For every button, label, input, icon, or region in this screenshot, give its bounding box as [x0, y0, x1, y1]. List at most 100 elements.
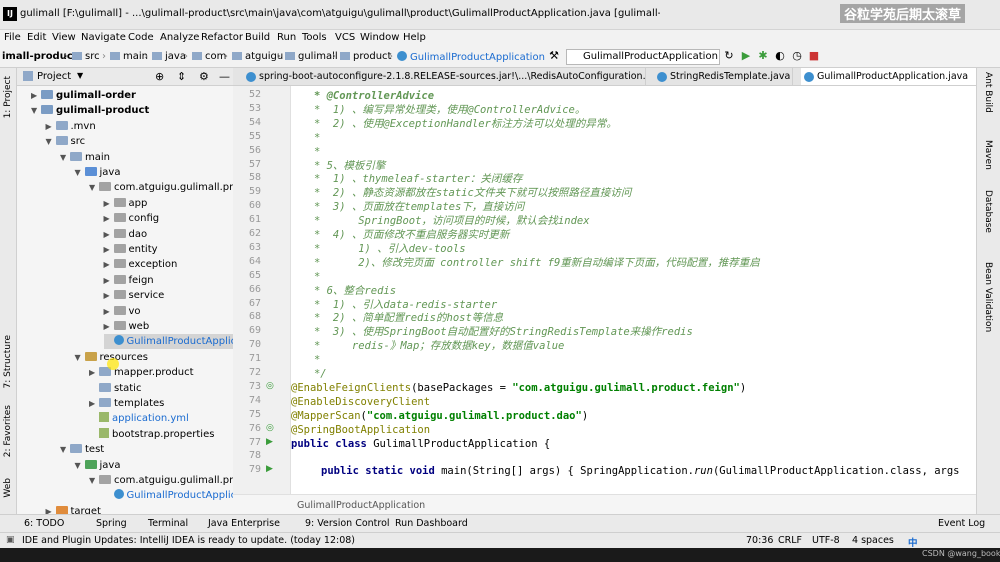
right-tab[interactable]: Bean Validation — [983, 262, 993, 332]
tree-arrow-icon[interactable]: ▼ — [60, 150, 70, 165]
code-line[interactable]: * — [295, 270, 320, 284]
code-line[interactable]: * 3) 、页面放在templates下，直接访问 — [295, 200, 524, 214]
tree-node[interactable]: ▶ dao — [104, 227, 147, 242]
bean-icon[interactable]: ◎ — [266, 423, 274, 433]
code-line[interactable]: * redis-》Map；存放数据key，数据值value — [295, 339, 564, 353]
menu-analyze[interactable]: Analyze — [160, 32, 199, 43]
tree-arrow-icon[interactable]: ▶ — [104, 242, 114, 257]
tree-arrow-icon[interactable]: ▶ — [104, 304, 114, 319]
code-line[interactable]: @EnableFeignClients(basePackages = "com.… — [291, 381, 746, 395]
tree-arrow-icon[interactable]: ▶ — [104, 288, 114, 303]
build-hammer-icon[interactable]: ⚒ — [548, 50, 560, 62]
code-line[interactable]: * 1) 、编写异常处理类，使用@ControllerAdvice。 — [295, 103, 585, 117]
menu-build[interactable]: Build — [245, 32, 270, 43]
tool-window-tab[interactable]: Event Log — [938, 518, 985, 529]
tree-arrow-icon[interactable]: ▼ — [75, 350, 85, 365]
tree-node[interactable]: static — [89, 381, 141, 396]
code-line[interactable]: * 3) 、使用SpringBoot自动配置好的StringRedisTempl… — [295, 325, 693, 339]
tree-node[interactable]: ▼ test — [60, 442, 104, 457]
menu-vcs[interactable]: VCS — [335, 32, 355, 43]
code-line[interactable]: * 4) 、页面修改不重启服务器实时更新 — [295, 228, 509, 242]
tree-node[interactable]: ▶ service — [104, 288, 164, 303]
coverage-icon[interactable]: ◐ — [774, 50, 786, 62]
tree-node[interactable]: ▶ entity — [104, 242, 158, 257]
tree-arrow-icon[interactable]: ▶ — [104, 227, 114, 242]
nav-crumb[interactable]: src — [72, 51, 100, 62]
gear-icon[interactable]: ⚙ — [199, 70, 209, 83]
code-line[interactable]: * 1) 、引入data-redis-starter — [295, 298, 497, 312]
menu-help[interactable]: Help — [403, 32, 426, 43]
tree-node[interactable]: ▼ java — [75, 458, 120, 473]
left-tab[interactable]: 1: Project — [3, 76, 13, 118]
code-line[interactable]: * 6、整合redis — [295, 284, 396, 298]
tree-node[interactable]: ▼ com.atguigu.gulimall.produ — [89, 473, 233, 488]
nav-crumb[interactable]: GulimallProductApplication — [397, 51, 545, 63]
code-line[interactable]: * 5、模板引擎 — [295, 159, 385, 173]
line-separator[interactable]: CRLF — [778, 535, 802, 546]
code-line[interactable]: * 2) 、使用@ExceptionHandler标注方法可以处理的异常。 — [295, 117, 617, 131]
collapse-all-icon[interactable]: ⇕ — [177, 70, 186, 83]
menu-window[interactable]: Window — [360, 32, 399, 43]
code-line[interactable]: @MapperScan("com.atguigu.gulimall.produc… — [291, 409, 588, 423]
profile-icon[interactable]: ◷ — [791, 50, 803, 62]
tree-node[interactable]: ▼ com.atguigu.gulimall.produ — [89, 180, 233, 195]
nav-crumb[interactable]: atguigu — [232, 51, 283, 62]
tree-arrow-icon[interactable]: ▼ — [75, 458, 85, 473]
tree-node[interactable]: ▶ web — [104, 319, 149, 334]
tool-window-tab[interactable]: 9: Version Control — [305, 518, 390, 529]
code-line[interactable]: * — [295, 131, 320, 145]
tree-node[interactable]: application.yml — [89, 411, 189, 426]
menu-edit[interactable]: Edit — [27, 32, 46, 43]
tree-arrow-icon[interactable]: ▶ — [104, 196, 114, 211]
nav-crumb[interactable]: com — [192, 51, 226, 62]
menu-code[interactable]: Code — [128, 32, 154, 43]
tree-arrow-icon[interactable]: ▶ — [31, 88, 41, 103]
debug-icon[interactable]: ✱ — [757, 50, 769, 62]
bean-icon[interactable]: ◎ — [266, 381, 274, 391]
tree-node[interactable]: ▶ exception — [104, 257, 177, 272]
tree-arrow-icon[interactable]: ▶ — [89, 396, 99, 411]
tree-node[interactable]: ▶ templates — [89, 396, 164, 411]
tree-arrow-icon[interactable]: ▶ — [104, 211, 114, 226]
tree-node[interactable]: GulimallProductApplicat — [103, 334, 233, 350]
caret-position[interactable]: 70:36 — [746, 535, 773, 546]
indent-setting[interactable]: 4 spaces — [852, 535, 894, 546]
run-configuration-select[interactable]: GulimallProductApplication — [566, 49, 720, 65]
file-encoding[interactable]: UTF-8 — [812, 535, 840, 546]
tree-arrow-icon[interactable]: ▶ — [89, 365, 99, 380]
run-gutter-icon[interactable]: ▶ — [266, 464, 273, 474]
right-tab[interactable]: Maven — [983, 140, 993, 170]
breadcrumb-class[interactable]: GulimallProductApplication — [297, 500, 425, 511]
tree-arrow-icon[interactable]: ▶ — [46, 119, 56, 134]
left-tab[interactable]: 7: Structure — [3, 335, 13, 389]
tree-node[interactable]: ▶ mapper.product — [89, 365, 194, 380]
tree-node[interactable]: ▼ src — [46, 134, 85, 149]
tool-window-tab[interactable]: Spring — [96, 518, 127, 529]
tree-arrow-icon[interactable]: ▼ — [89, 473, 99, 488]
status-message[interactable]: IDE and Plugin Updates: IntelliJ IDEA is… — [22, 535, 355, 546]
tool-window-tab[interactable]: 6: TODO — [24, 518, 64, 529]
tree-arrow-icon[interactable]: ▼ — [60, 442, 70, 457]
menu-file[interactable]: File — [4, 32, 21, 43]
menu-navigate[interactable]: Navigate — [81, 32, 126, 43]
tree-node[interactable]: ▼ gulimall-product — [31, 103, 149, 118]
tree-arrow-icon[interactable]: ▶ — [46, 504, 56, 514]
code-line[interactable]: * 2) 、简单配置redis的host等信息 — [295, 311, 503, 325]
code-line[interactable]: * 2)、修改完页面 controller shift f9重新自动编译下页面，… — [295, 256, 760, 270]
ime-indicator[interactable]: 中 — [908, 535, 918, 549]
menu-tools[interactable]: Tools — [302, 32, 327, 43]
editor-tab[interactable]: GulimallProductApplication.java — [801, 68, 979, 85]
editor-tab[interactable]: StringRedisTemplate.java — [654, 68, 793, 85]
left-tab[interactable]: Web — [3, 478, 13, 498]
tree-node[interactable]: ▶ config — [104, 211, 159, 226]
tree-arrow-icon[interactable]: ▶ — [104, 319, 114, 334]
right-tab[interactable]: Database — [983, 190, 993, 233]
code-line[interactable]: * 2) 、静态资源都放在static文件夹下就可以按照路径直接访问 — [295, 186, 631, 200]
left-tab[interactable]: 2: Favorites — [3, 405, 13, 457]
code-line[interactable]: * — [295, 353, 320, 367]
tree-arrow-icon[interactable]: ▼ — [75, 165, 85, 180]
run-gutter-icon[interactable]: ▶ — [266, 437, 273, 447]
tree-arrow-icon[interactable]: ▼ — [31, 103, 41, 118]
tree-node[interactable]: ▶ target — [46, 504, 101, 514]
code-line[interactable]: @EnableDiscoveryClient — [291, 395, 430, 409]
